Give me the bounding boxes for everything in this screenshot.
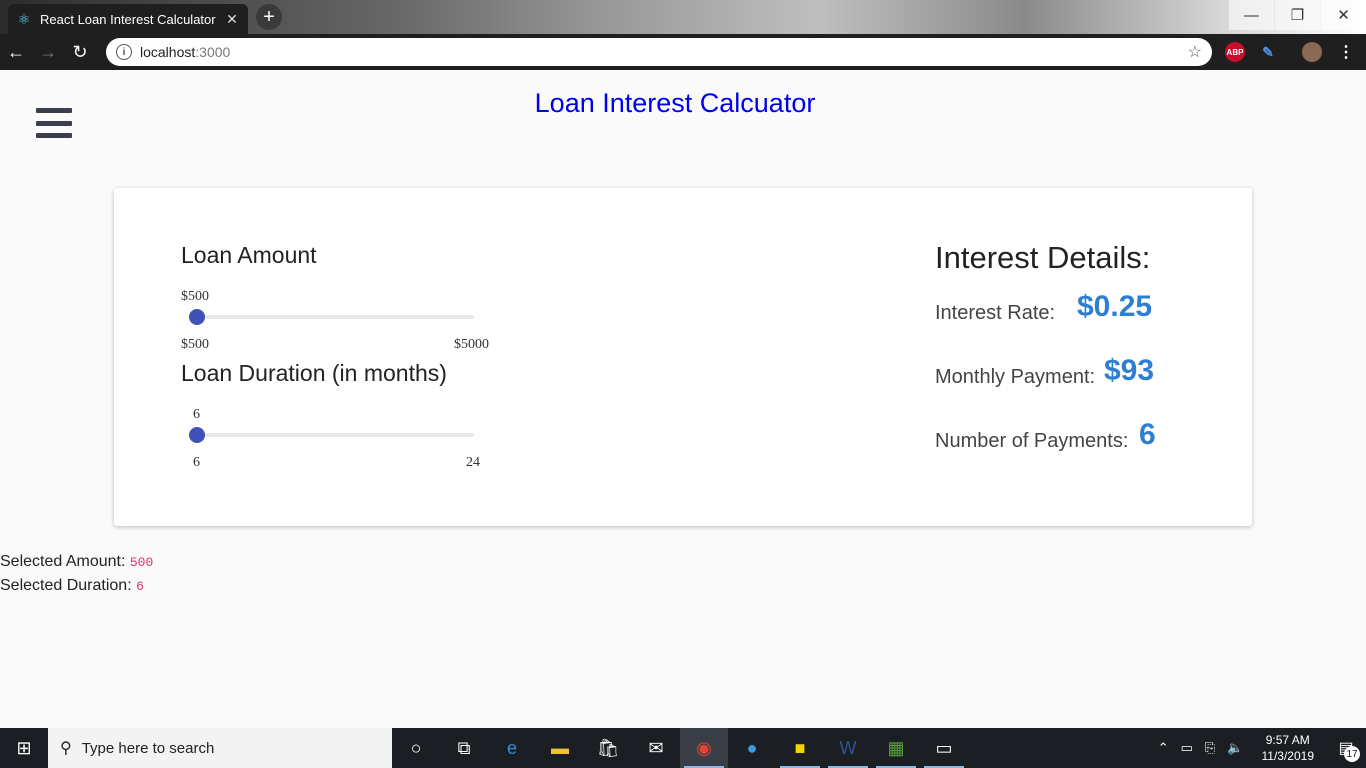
- mail-icon[interactable]: ✉: [632, 728, 680, 768]
- chrome-taskbar-icon[interactable]: ◉: [680, 728, 728, 768]
- loan-amount-slider-thumb[interactable]: [189, 309, 205, 325]
- clock-time: 9:57 AM: [1265, 733, 1310, 747]
- edge-browser-icon[interactable]: e: [488, 728, 536, 768]
- taskbar-search-placeholder: Type here to search: [81, 739, 215, 757]
- task-view-icon[interactable]: ⧉: [440, 728, 488, 768]
- tab-title: React Loan Interest Calculator: [40, 11, 216, 27]
- url-host: localhost: [140, 44, 196, 60]
- window-close-button[interactable]: ✕: [1321, 0, 1366, 30]
- interest-rate-label: Interest Rate:: [935, 302, 1056, 324]
- loan-duration-value: 6: [193, 407, 200, 422]
- selected-amount-label: Selected Amount:: [0, 553, 126, 570]
- network-icon[interactable]: ⎘: [1199, 740, 1221, 756]
- reload-icon[interactable]: ↻: [64, 36, 96, 68]
- battery-icon[interactable]: ▭: [1175, 740, 1199, 756]
- address-bar[interactable]: i localhost:3000 ☆: [106, 38, 1212, 66]
- calculator-card: Loan Amount $500 $500 $5000 Loan Duratio…: [114, 188, 1252, 526]
- monthly-payment-value: $93: [1104, 354, 1155, 387]
- menu-more-icon[interactable]: ⋮: [1336, 42, 1356, 62]
- notification-count: 17: [1344, 746, 1360, 762]
- selected-duration-line: Selected Duration: 6: [0, 577, 144, 595]
- window-minimize-button[interactable]: —: [1229, 0, 1274, 30]
- loan-duration-label: Loan Duration (in months): [181, 360, 447, 386]
- page-title[interactable]: Loan Interest Calcuator: [535, 88, 816, 119]
- taskbar-search-box[interactable]: ⚲ Type here to search: [48, 728, 392, 768]
- back-arrow-icon[interactable]: ←: [0, 36, 32, 68]
- loan-amount-slider-track[interactable]: [189, 315, 474, 319]
- selected-amount-line: Selected Amount: 500: [0, 553, 153, 571]
- site-info-icon[interactable]: i: [116, 44, 132, 60]
- tab-close-icon[interactable]: ✕: [224, 11, 240, 28]
- selected-duration-label: Selected Duration:: [0, 577, 132, 594]
- pen-extension-icon[interactable]: ✎: [1258, 42, 1278, 62]
- action-center-icon[interactable]: ▤17: [1326, 728, 1366, 768]
- browser-tab-active[interactable]: ⚛ React Loan Interest Calculator ✕: [8, 4, 248, 34]
- forward-arrow-icon[interactable]: →: [32, 36, 64, 68]
- word-icon[interactable]: W: [824, 728, 872, 768]
- system-tray: ⌃ ▭ ⎘ 🔈 9:57 AM 11/3/2019 ▤17: [1152, 728, 1366, 768]
- profile-avatar[interactable]: [1302, 42, 1322, 62]
- selected-duration-value: 6: [136, 579, 144, 594]
- window-restore-button[interactable]: ❐: [1275, 0, 1320, 30]
- loan-duration-min: 6: [193, 455, 200, 470]
- taskbar-clock[interactable]: 9:57 AM 11/3/2019: [1250, 732, 1327, 764]
- loan-amount-label: Loan Amount: [181, 242, 317, 268]
- monthly-payment-label: Monthly Payment:: [935, 366, 1096, 388]
- store-icon[interactable]: 🛍: [584, 728, 632, 768]
- windows-start-icon[interactable]: ⊞: [0, 728, 48, 768]
- loan-amount-min: $500: [181, 337, 209, 352]
- page-content: Loan Interest Calcuator Loan Amount $500…: [0, 70, 1366, 728]
- sticky-notes-icon[interactable]: ■: [776, 728, 824, 768]
- volume-icon[interactable]: 🔈: [1221, 740, 1249, 756]
- loan-duration-slider-thumb[interactable]: [189, 427, 205, 443]
- new-tab-button[interactable]: +: [256, 4, 282, 30]
- cortana-icon[interactable]: ○: [392, 728, 440, 768]
- num-payments-value: 6: [1139, 418, 1156, 451]
- spreadsheet-app-icon[interactable]: ▦: [872, 728, 920, 768]
- loan-amount-max: $5000: [454, 337, 489, 352]
- file-explorer-icon[interactable]: ▬: [536, 728, 584, 768]
- windows-taskbar: ⊞ ⚲ Type here to search ○ ⧉ e ▬ 🛍 ✉ ◉ ● …: [0, 728, 1366, 768]
- num-payments-label: Number of Payments:: [935, 430, 1129, 452]
- browser-toolbar: ← → ↻ i localhost:3000 ☆ ABP ✎ ⋮: [0, 34, 1366, 70]
- terminal-icon[interactable]: ▭: [920, 728, 968, 768]
- interest-details-title: Interest Details:: [935, 240, 1151, 275]
- loan-duration-slider-track[interactable]: [189, 433, 474, 437]
- url-port: :3000: [195, 44, 231, 60]
- react-favicon-icon: ⚛: [17, 10, 31, 27]
- selected-amount-value: 500: [129, 555, 154, 570]
- interest-rate-value: $0.25: [1077, 290, 1153, 323]
- app-blue-circle-icon[interactable]: ●: [728, 728, 776, 768]
- search-icon: ⚲: [60, 740, 72, 757]
- bookmark-star-icon[interactable]: ☆: [1188, 42, 1202, 62]
- adblock-extension-icon[interactable]: ABP: [1225, 42, 1245, 62]
- browser-titlebar: ⚛ React Loan Interest Calculator ✕ + — ❐…: [0, 0, 1366, 34]
- tray-chevron-icon[interactable]: ⌃: [1152, 740, 1175, 756]
- loan-duration-max: 24: [466, 455, 480, 470]
- clock-date: 11/3/2019: [1261, 749, 1315, 763]
- loan-amount-value: $500: [181, 289, 209, 304]
